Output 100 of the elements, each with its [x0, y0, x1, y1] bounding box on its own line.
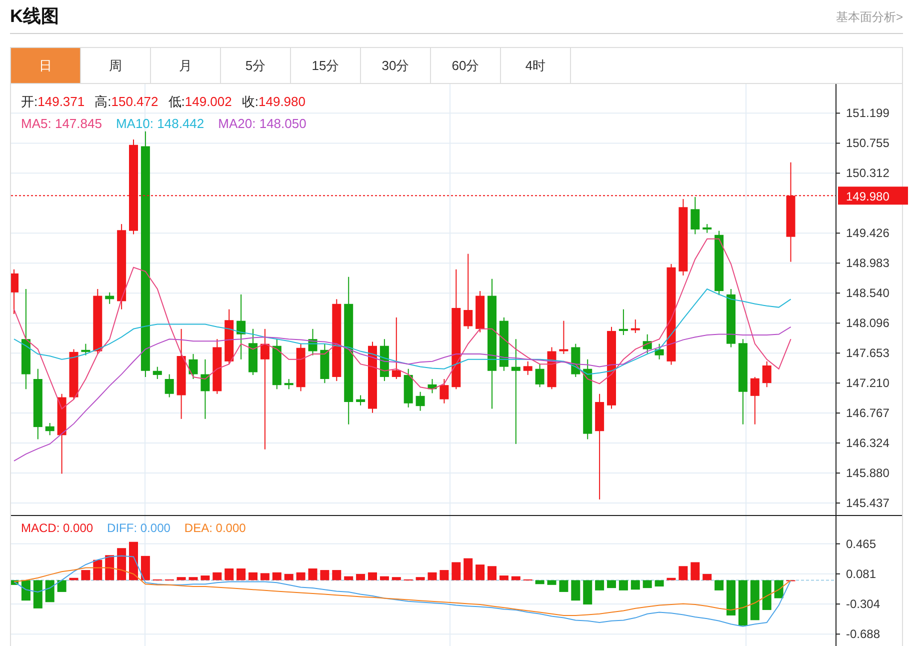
bar — [642, 580, 652, 588]
candlestick — [392, 316, 401, 380]
bar — [630, 580, 640, 590]
bar — [714, 580, 724, 590]
bar — [272, 572, 282, 580]
candlestick — [260, 328, 270, 450]
bar — [284, 574, 294, 580]
macd-legend: DIFF: 0.000 — [107, 519, 170, 537]
bar — [488, 566, 496, 580]
bar — [33, 580, 42, 608]
ohlc-label: 开: — [21, 93, 38, 111]
bar — [726, 580, 736, 616]
candlestick — [356, 394, 366, 406]
price-axis-label: 145.437 — [846, 496, 890, 510]
bar — [57, 580, 66, 592]
bar — [750, 580, 760, 620]
candlestick — [750, 376, 760, 425]
bar — [332, 570, 342, 580]
bar — [105, 555, 114, 580]
bar — [236, 568, 246, 580]
candlestick — [284, 378, 294, 390]
candlestick — [535, 364, 544, 388]
bar — [416, 577, 425, 580]
bar — [356, 574, 366, 580]
bar — [690, 562, 700, 580]
bar — [678, 566, 688, 580]
bar — [296, 572, 306, 580]
bar — [117, 548, 126, 580]
candlestick — [188, 353, 198, 380]
bar — [559, 580, 568, 592]
macd-legend: MACD: 0.000 — [21, 519, 94, 537]
bar — [200, 576, 210, 580]
candlestick — [164, 374, 174, 398]
bar — [176, 577, 186, 580]
last-price-marker — [838, 186, 908, 205]
bar — [762, 580, 772, 610]
bar — [81, 570, 90, 580]
bar — [535, 580, 544, 584]
bar — [476, 564, 485, 580]
macd-axis-label: -0.688 — [846, 627, 880, 642]
bar — [654, 580, 664, 586]
moving-average-legend: MA5: 147.845 — [21, 114, 102, 133]
last-price-label: 149.980 — [846, 190, 890, 204]
candlestick — [559, 320, 568, 354]
macd-legend: DEA: 0.000 — [184, 519, 246, 537]
bar — [45, 580, 54, 602]
candlestick — [464, 253, 473, 330]
bar — [129, 542, 138, 580]
candlestick — [200, 358, 210, 420]
price-axis-label: 147.210 — [846, 376, 890, 390]
price-axis-label: 146.767 — [846, 406, 890, 420]
price-axis-label: 150.312 — [846, 166, 890, 180]
page-title: K线图 — [10, 5, 59, 28]
bar — [224, 568, 234, 580]
price-axis-label: 148.096 — [846, 316, 890, 330]
ohlc-value: 149.980 — [258, 93, 306, 111]
price-axis-label: 149.426 — [846, 226, 890, 240]
bar — [260, 573, 270, 580]
bar — [93, 560, 102, 580]
ohlc-value: 150.472 — [111, 93, 158, 111]
bar — [702, 574, 712, 580]
bar — [21, 580, 30, 601]
ohlc-value: 149.002 — [184, 93, 232, 111]
bar — [320, 570, 330, 580]
candlestick — [630, 318, 640, 334]
price-axis-label: 148.983 — [846, 256, 890, 270]
macd-axis-label: 0.465 — [846, 536, 876, 551]
macd-axis-label: -0.304 — [846, 597, 880, 612]
bar — [140, 556, 150, 580]
bar — [188, 577, 198, 580]
ohlc-value: 149.371 — [38, 93, 85, 111]
candlestick — [690, 196, 700, 235]
price-axis-label: 145.880 — [846, 466, 890, 480]
bar — [595, 580, 604, 590]
bar — [499, 576, 508, 580]
bar — [392, 577, 401, 580]
candlestick — [523, 360, 532, 376]
candlestick — [45, 422, 54, 436]
bar — [774, 580, 784, 598]
price-axis-label: 147.653 — [846, 346, 890, 360]
price-axis-label: 148.540 — [846, 286, 890, 300]
bar — [428, 572, 437, 580]
bar — [308, 568, 318, 580]
ohlc-label: 收: — [242, 93, 258, 111]
macd-axis-label: 0.081 — [846, 566, 876, 581]
bar — [464, 558, 473, 580]
bar — [571, 580, 580, 601]
bar — [607, 580, 616, 588]
bar — [738, 580, 748, 626]
candlestick — [654, 343, 664, 360]
candlestick — [440, 378, 449, 404]
price-axis-label: 151.199 — [846, 106, 890, 120]
bar — [583, 580, 592, 604]
bar — [212, 572, 222, 580]
candlestick — [762, 360, 772, 388]
moving-average-legend: MA20: 148.050 — [218, 114, 306, 133]
bar — [452, 562, 461, 580]
bar — [618, 580, 628, 590]
candlestick — [152, 366, 162, 380]
candlestick — [511, 338, 520, 444]
